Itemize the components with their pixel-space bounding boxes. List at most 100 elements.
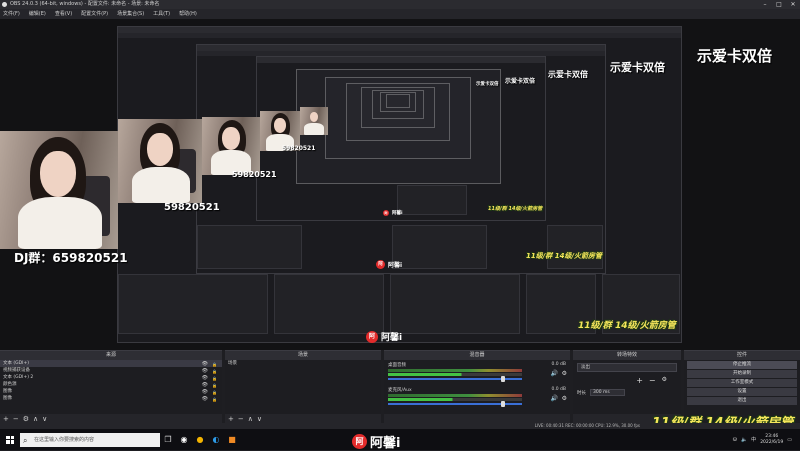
qq-number-text-nested: 59820521 bbox=[232, 170, 277, 179]
menu-file[interactable]: 文件(F) bbox=[0, 9, 26, 19]
dock-toolbar: + − ∧ ∨ bbox=[225, 414, 381, 423]
volume-slider-handle[interactable] bbox=[501, 401, 506, 407]
menu-bar: 文件(F) 编辑(E) 查看(V) 配置文件(P) 场景集合(S) 工具(T) … bbox=[0, 9, 800, 19]
list-item[interactable]: 图像 👁 🔒 bbox=[0, 388, 222, 395]
notification-icon[interactable]: ▭ bbox=[787, 437, 792, 443]
menu-tools[interactable]: 工具(T) bbox=[150, 9, 176, 19]
camera-feed bbox=[118, 119, 202, 203]
nested-mixer-dock bbox=[390, 274, 520, 334]
lock-icon[interactable]: 🔒 bbox=[212, 396, 217, 403]
dock-title: 转场特效 bbox=[573, 351, 681, 360]
studio-mode-button[interactable]: 工作室模式 bbox=[687, 379, 797, 387]
dock-title: 来源 bbox=[0, 351, 222, 360]
move-down-button[interactable]: ∨ bbox=[257, 415, 262, 423]
mixer-channel: 桌面音频 0.0 dB 🔊 ⚙ bbox=[384, 360, 570, 385]
obs-logo-icon bbox=[2, 2, 7, 7]
camera-feed bbox=[202, 117, 260, 175]
preview-canvas[interactable]: 示爱卡双倍 示爱卡双倍 示爱卡双倍 示爱卡双倍 示爱卡双倍 DJ群：659820… bbox=[0, 19, 800, 350]
speaker-icon[interactable]: 🔊 bbox=[551, 395, 558, 402]
transition-select[interactable]: 淡出 bbox=[577, 363, 677, 372]
logo-badge-icon: 阿 bbox=[352, 434, 367, 449]
gear-icon[interactable]: ⚙ bbox=[562, 370, 567, 377]
volume-meter bbox=[388, 369, 522, 372]
browser-app-icon[interactable]: ● bbox=[192, 429, 208, 450]
ime-indicator[interactable]: 中 bbox=[751, 436, 756, 443]
exit-button[interactable]: 退出 bbox=[687, 397, 797, 405]
list-item[interactable]: 颜色源 👁 🔒 bbox=[0, 381, 222, 388]
gear-icon[interactable]: ⚙ bbox=[562, 395, 567, 402]
close-button[interactable]: ✕ bbox=[786, 0, 800, 9]
duration-input[interactable]: 300 ms bbox=[590, 389, 625, 396]
remove-button[interactable]: − bbox=[649, 376, 656, 385]
clock[interactable]: 23:46 2022/6/19 bbox=[760, 434, 783, 446]
minimize-button[interactable]: – bbox=[758, 0, 772, 9]
volume-icon[interactable]: 🔈 bbox=[741, 437, 747, 443]
streamer-logo-nested: 阿 阿馨i bbox=[376, 260, 402, 269]
dj-group-text: DJ群：659820521 bbox=[14, 251, 128, 265]
settings-button[interactable]: 设置 bbox=[687, 388, 797, 396]
promo-text: 示爱卡双倍 bbox=[697, 47, 773, 65]
obs-window: OBS 24.0.3 (64-bit, windows) - 配置文件: 未命名… bbox=[0, 0, 800, 451]
volume-slider-handle[interactable] bbox=[501, 376, 506, 382]
move-up-button[interactable]: ∧ bbox=[33, 415, 38, 423]
add-button[interactable]: + bbox=[636, 376, 643, 385]
menu-profile[interactable]: 配置文件(P) bbox=[78, 9, 114, 19]
promo-text-nested: 示爱卡双倍 bbox=[476, 82, 499, 87]
duration-label: 时长 bbox=[577, 390, 586, 396]
window-controls: – □ ✕ bbox=[758, 0, 800, 9]
list-item[interactable]: 视频捕获设备 👁 🔒 bbox=[0, 367, 222, 374]
transition-body: 淡出 + − ⚙ 时长 300 ms bbox=[573, 360, 681, 414]
taskbar: ⌕ 在这里输入你要搜索的内容 ❐ ◉ ● ◐ ■ 阿 阿馨i ⛁ 🔈 中 23:… bbox=[0, 429, 800, 451]
move-up-button[interactable]: ∧ bbox=[248, 415, 253, 423]
menu-view[interactable]: 查看(V) bbox=[52, 9, 78, 19]
obs-app-icon[interactable]: ◉ bbox=[176, 429, 192, 450]
nested-sources-dock bbox=[274, 274, 384, 334]
channel-db: 0.0 dB bbox=[551, 362, 566, 367]
remove-button[interactable]: − bbox=[238, 415, 244, 423]
speaker-icon[interactable]: 🔊 bbox=[551, 370, 558, 377]
promo-text-nested: 示爱卡双倍 bbox=[610, 61, 665, 74]
search-icon: ⌕ bbox=[23, 435, 28, 445]
start-recording-button[interactable]: 开始录制 bbox=[687, 370, 797, 378]
nested-mixer-dock bbox=[392, 225, 487, 269]
channel-name: 桌面音频 bbox=[388, 363, 406, 368]
menu-help[interactable]: 帮助(H) bbox=[176, 9, 203, 19]
duration-row: 时长 300 ms bbox=[573, 389, 681, 396]
stop-streaming-button[interactable]: 停止推流 bbox=[687, 361, 797, 369]
system-tray: ⛁ 🔈 中 23:46 2022/6/19 ▭ bbox=[733, 429, 800, 450]
nested-scenes-dock bbox=[197, 225, 302, 269]
nested-controls-dock bbox=[547, 225, 603, 269]
dock-title: 控件 bbox=[684, 351, 800, 360]
mixer-dock: 混音器 桌面音频 0.0 dB 🔊 ⚙ 麦克风/Aux 0.0 dB 🔊 ⚙ bbox=[384, 350, 570, 423]
rank-banner-nested: 11级/群 14级/火箭房管 bbox=[488, 206, 543, 212]
taskbar-search[interactable]: ⌕ 在这里输入你要搜索的内容 bbox=[20, 432, 160, 447]
promo-text-nested: 示爱卡双倍 bbox=[505, 78, 536, 85]
start-button[interactable] bbox=[0, 429, 20, 450]
edge-app-icon[interactable]: ◐ bbox=[208, 429, 224, 450]
channel-name: 麦克风/Aux bbox=[388, 388, 412, 393]
gear-icon[interactable]: ⚙ bbox=[23, 415, 29, 423]
tunnel-frame bbox=[386, 94, 410, 108]
add-button[interactable]: + bbox=[3, 415, 9, 423]
gear-icon[interactable]: ⚙ bbox=[662, 376, 667, 385]
sublime-app-icon[interactable]: ■ bbox=[224, 429, 240, 450]
remove-button[interactable]: − bbox=[13, 415, 19, 423]
list-item[interactable]: 文本 (GDI+) 👁 🔒 bbox=[0, 360, 222, 367]
volume-meter bbox=[388, 394, 522, 397]
task-view-icon[interactable]: ❐ bbox=[160, 429, 176, 450]
move-down-button[interactable]: ∨ bbox=[42, 415, 47, 423]
list-item[interactable]: 图像 👁 🔒 bbox=[0, 395, 222, 402]
network-icon[interactable]: ⛁ bbox=[733, 437, 737, 443]
transition-tools: + − ⚙ bbox=[573, 376, 681, 385]
list-item[interactable]: 场景 bbox=[225, 360, 381, 367]
eye-icon[interactable]: 👁 bbox=[202, 396, 208, 403]
mixer-body: 桌面音频 0.0 dB 🔊 ⚙ 麦克风/Aux 0.0 dB 🔊 ⚙ bbox=[384, 360, 570, 414]
add-button[interactable]: + bbox=[228, 415, 234, 423]
list-item[interactable]: 文本 (GDI+) 2 👁 🔒 bbox=[0, 374, 222, 381]
scenes-dock: 场景 场景 + − ∧ ∨ bbox=[225, 350, 381, 423]
maximize-button[interactable]: □ bbox=[772, 0, 786, 9]
streamer-logo-nested: 阿 阿馨i bbox=[383, 210, 403, 216]
mixer-channel: 麦克风/Aux 0.0 dB 🔊 ⚙ bbox=[384, 385, 570, 410]
menu-edit[interactable]: 编辑(E) bbox=[26, 9, 52, 19]
menu-scene-collection[interactable]: 场景集合(S) bbox=[114, 9, 150, 19]
